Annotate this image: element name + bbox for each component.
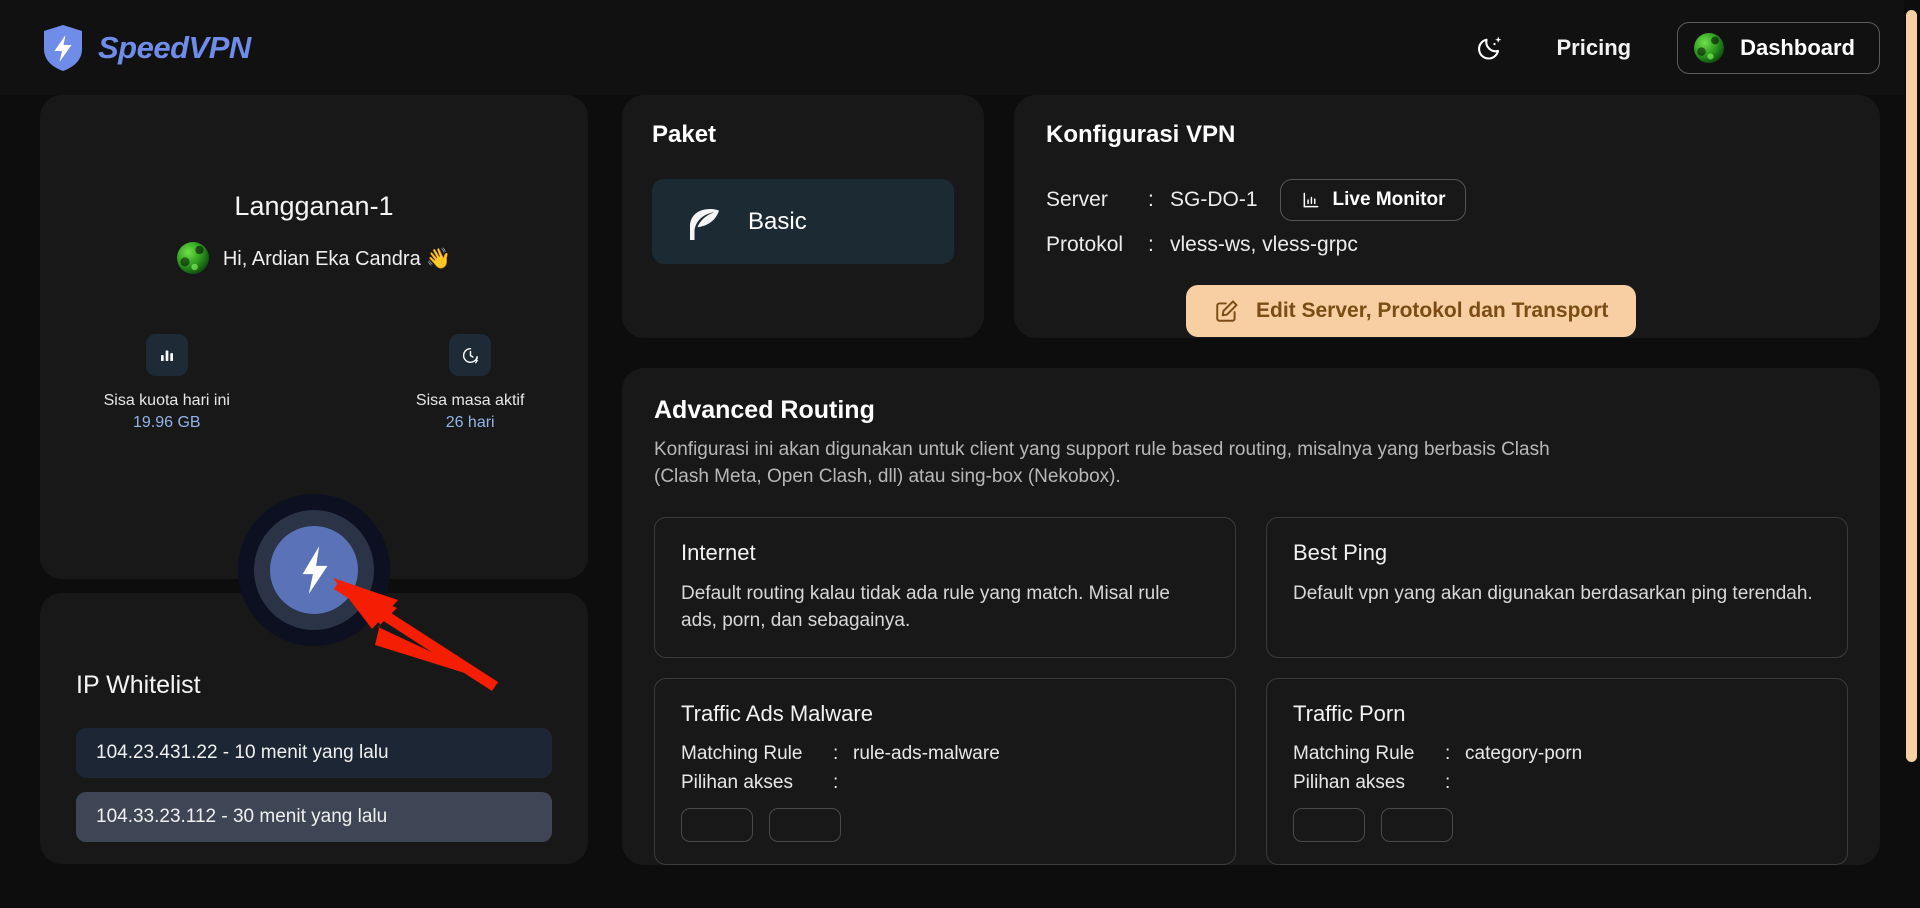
paket-name: Basic [748, 207, 807, 235]
dashboard-button-label: Dashboard [1740, 34, 1855, 60]
access-option-button[interactable] [769, 808, 841, 843]
advanced-routing-card: Advanced Routing Konfigurasi ini akan di… [622, 368, 1880, 866]
paket-card: Paket Basic [622, 95, 984, 338]
routing-box-best-ping[interactable]: Best Ping Default vpn yang akan digunaka… [1266, 516, 1848, 659]
routing-box-description: Default routing kalau tidak ada rule yan… [681, 582, 1170, 632]
bar-chart-icon [1303, 192, 1318, 208]
pencil-square-icon [1216, 300, 1238, 322]
vpn-config-title: Konfigurasi VPN [1046, 121, 1236, 148]
left-column: Langganan-1 Hi, Ardian Eka Candra 👋 Sisa… [40, 95, 588, 865]
routing-box-traffic-porn[interactable]: Traffic Porn Matching Rule : category-po… [1266, 678, 1848, 866]
bar-chart-icon [145, 334, 188, 376]
access-option-button[interactable] [1381, 808, 1453, 843]
list-item[interactable]: 104.23.431.22 - 10 menit yang lalu [76, 728, 552, 778]
lightning-bolt-icon [302, 546, 328, 594]
app-header: SpeedVPN Pricing Dashboard [0, 0, 1920, 95]
paket-title: Paket [652, 121, 717, 148]
routing-box-traffic-ads-malware[interactable]: Traffic Ads Malware Matching Rule : rule… [654, 678, 1236, 866]
routing-box-description: Default vpn yang akan digunakan berdasar… [1293, 582, 1813, 604]
pricing-link[interactable]: Pricing [1557, 35, 1632, 61]
scrollbar-thumb[interactable] [1906, 10, 1917, 762]
vpn-server-key: Server [1046, 188, 1108, 211]
top-cards-row: Paket Basic Konfigurasi VPN Server : SG-… [622, 95, 1880, 338]
stat-label: Sisa masa aktif [415, 392, 525, 409]
vpn-protocol-row: Protokol : vless-ws, vless-grpc [1046, 233, 1848, 257]
avatar [1694, 32, 1725, 63]
routing-box-internet[interactable]: Internet Default routing kalau tidak ada… [654, 516, 1236, 659]
access-option-key: Pilihan akses [1293, 772, 1405, 794]
vpn-config-card: Konfigurasi VPN Server : SG-DO-1 Live Mo… [1014, 95, 1880, 338]
routing-box-name: Traffic Ads Malware [681, 701, 873, 727]
plan-title: Langganan-1 [234, 191, 394, 221]
power-toggle-button[interactable] [238, 494, 390, 646]
main-content: Langganan-1 Hi, Ardian Eka Candra 👋 Sisa… [0, 95, 1920, 866]
ip-whitelist-list: 104.23.431.22 - 10 menit yang lalu 104.3… [76, 728, 552, 842]
greeting-row: Hi, Ardian Eka Candra 👋 [40, 242, 588, 274]
power-ring-inner [270, 526, 358, 614]
matching-rule-value: rule-ads-malware [853, 743, 1000, 765]
access-option-key: Pilihan akses [681, 772, 793, 794]
stat-value: 26 hari [445, 414, 495, 431]
advanced-routing-title: Advanced Routing [654, 396, 875, 424]
ip-whitelist-title: IP Whitelist [76, 671, 201, 699]
matching-rule-colon: : [1445, 743, 1451, 765]
vpn-server-value: SG-DO-1 [1170, 188, 1258, 211]
list-item[interactable]: 104.33.23.112 - 30 menit yang lalu [76, 792, 552, 842]
brand-name: SpeedVPN [98, 29, 251, 65]
access-option-buttons [681, 808, 1209, 843]
matching-rule-colon: : [833, 743, 839, 765]
access-option-colon: : [1445, 772, 1451, 794]
stat-value: 19.96 GB [132, 414, 201, 431]
paket-item[interactable]: Basic [652, 179, 954, 264]
moon-sparkle-icon [1477, 36, 1501, 60]
matching-rule-value: category-porn [1465, 743, 1583, 765]
leaf-icon [690, 208, 719, 240]
vpn-server-colon: : [1148, 188, 1154, 211]
edit-server-label: Edit Server, Protokol dan Transport [1256, 299, 1609, 322]
stat-quota: Sisa kuota hari ini 19.96 GB [104, 334, 230, 432]
access-option-button[interactable] [1293, 808, 1365, 843]
routing-box-name: Traffic Porn [1293, 701, 1406, 727]
vpn-protocol-key: Protokol [1046, 233, 1124, 256]
live-monitor-label: Live Monitor [1332, 189, 1446, 210]
brand-logo[interactable]: SpeedVPN [42, 24, 251, 72]
vpn-protocol-colon: : [1148, 233, 1154, 256]
matching-rule-row: Matching Rule : rule-ads-malware [681, 743, 1209, 765]
access-option-row: Pilihan akses : [681, 772, 1209, 794]
routing-box-name: Internet [681, 539, 756, 565]
advanced-routing-description: Konfigurasi ini akan digunakan untuk cli… [654, 439, 1550, 487]
access-option-button[interactable] [681, 808, 753, 843]
matching-rule-key: Matching Rule [681, 743, 803, 765]
access-option-buttons [1293, 808, 1821, 843]
app-root: SpeedVPN Pricing Dashboard Langganan-1 H… [0, 0, 1920, 908]
matching-rule-key: Matching Rule [1293, 743, 1415, 765]
scrollbar-track[interactable] [1904, 0, 1920, 908]
header-actions: Pricing Dashboard [1471, 21, 1880, 74]
stat-active-period: Sisa masa aktif 26 hari [416, 334, 524, 432]
vpn-protocol-value: vless-ws, vless-grpc [1170, 233, 1358, 256]
access-option-row: Pilihan akses : [1293, 772, 1821, 794]
right-column: Paket Basic Konfigurasi VPN Server : SG-… [622, 95, 1880, 866]
routing-box-name: Best Ping [1293, 539, 1388, 565]
access-option-colon: : [833, 772, 839, 794]
dashboard-button[interactable]: Dashboard [1677, 21, 1880, 74]
vpn-server-row: Server : SG-DO-1 Live Monitor [1046, 179, 1848, 221]
clock-lightning-icon [449, 334, 492, 376]
routing-options-grid: Internet Default routing kalau tidak ada… [654, 516, 1848, 866]
edit-server-button[interactable]: Edit Server, Protokol dan Transport [1186, 285, 1637, 337]
theme-toggle-button[interactable] [1471, 28, 1511, 68]
avatar [176, 242, 209, 274]
shield-logo-icon [44, 24, 82, 71]
stat-label: Sisa kuota hari ini [103, 392, 230, 409]
matching-rule-row: Matching Rule : category-porn [1293, 743, 1821, 765]
stats-row: Sisa kuota hari ini 19.96 GB Sisa masa a… [40, 334, 588, 432]
live-monitor-button[interactable]: Live Monitor [1279, 179, 1467, 221]
greeting-text: Hi, Ardian Eka Candra 👋 [222, 247, 452, 270]
